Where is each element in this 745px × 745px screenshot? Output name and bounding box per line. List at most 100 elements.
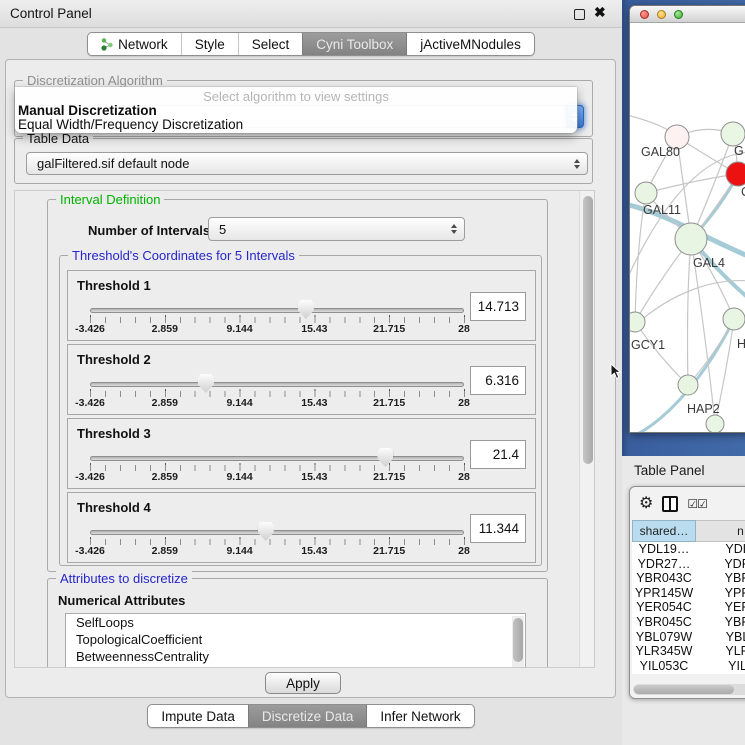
table-row[interactable]: YER054CYER0 bbox=[632, 600, 745, 615]
tab-select[interactable]: Select bbox=[238, 33, 303, 55]
table-cell[interactable]: YLR3 bbox=[696, 644, 745, 659]
table-cell[interactable]: YIL053C bbox=[632, 659, 696, 674]
tab-cyni-toolbox[interactable]: Cyni Toolbox bbox=[302, 33, 406, 55]
tick-label: 28 bbox=[458, 545, 470, 557]
columns-icon[interactable] bbox=[662, 496, 678, 512]
network-node[interactable] bbox=[721, 122, 745, 146]
number-of-intervals-value: 5 bbox=[219, 222, 226, 237]
algorithm-dropdown-popup: Select algorithm to view settings Manual… bbox=[15, 87, 577, 133]
table-data-group: Table Data galFiltered.sif default node bbox=[14, 138, 593, 184]
table-row[interactable]: YBR045CYBR0 bbox=[632, 615, 745, 630]
table-row[interactable]: YLR345WYLR3 bbox=[632, 644, 745, 659]
node-label: H bbox=[737, 337, 745, 351]
threshold-slider-track[interactable] bbox=[90, 308, 464, 313]
settings-scrollbar-thumb[interactable] bbox=[583, 196, 593, 464]
tick-label: 21.715 bbox=[373, 323, 405, 335]
number-of-intervals-combobox[interactable]: 5 bbox=[208, 217, 465, 241]
table-cell[interactable]: YBR045C bbox=[632, 615, 696, 630]
network-node-gal4[interactable] bbox=[675, 223, 707, 255]
attribute-item[interactable]: BetweennessCentrality bbox=[66, 648, 525, 665]
table-cell[interactable]: YPR1 bbox=[696, 586, 745, 601]
numerical-attributes-list[interactable]: SelfLoopsTopologicalCoefficientBetweenne… bbox=[65, 613, 526, 668]
table-cell[interactable]: YDR27… bbox=[632, 557, 696, 572]
settings-scrollbar[interactable] bbox=[579, 191, 595, 667]
interval-group-title: Interval Definition bbox=[56, 192, 164, 207]
minimize-traffic-light-icon[interactable] bbox=[657, 10, 666, 19]
tab-infer-network[interactable]: Infer Network bbox=[366, 705, 473, 727]
network-node-hap2[interactable] bbox=[678, 375, 698, 395]
tab-discretize-data[interactable]: Discretize Data bbox=[248, 705, 367, 727]
threshold-slider-track[interactable] bbox=[90, 382, 464, 387]
table-row[interactable]: YDL19…YDL1 bbox=[632, 542, 745, 557]
table-row[interactable]: YDR27…YDR2 bbox=[632, 557, 745, 572]
table-cell[interactable]: YDL1 bbox=[696, 542, 745, 557]
float-window-icon[interactable] bbox=[574, 9, 585, 20]
attribute-item[interactable]: TopologicalCoefficient bbox=[66, 631, 525, 648]
attribute-item[interactable]: SelfLoops bbox=[66, 614, 525, 631]
node-label: GCY1 bbox=[631, 338, 665, 352]
table-row[interactable]: YPR145WYPR1 bbox=[632, 586, 745, 601]
control-panel: Control Panel ✖ Network StyleSelectCyni T… bbox=[0, 0, 622, 745]
network-node-gcy1[interactable] bbox=[630, 312, 645, 332]
column-header-shared-name[interactable]: shared… bbox=[632, 520, 696, 542]
top-tab-bar: Network StyleSelectCyni Toolbox jActiveMNo… bbox=[0, 32, 622, 56]
dropdown-option[interactable]: Equal Width/Frequency Discretization bbox=[18, 117, 243, 132]
table-cell[interactable]: YBL0 bbox=[696, 630, 745, 645]
network-node[interactable] bbox=[706, 415, 724, 433]
table-cell[interactable]: YDR2 bbox=[696, 557, 745, 572]
table-row[interactable]: YBR043CYBR0 bbox=[632, 571, 745, 586]
tab-style[interactable]: Style bbox=[181, 33, 238, 55]
table-row[interactable]: YIL053CYIL0 bbox=[632, 659, 745, 674]
threshold-value-field[interactable]: 6.316 bbox=[470, 366, 526, 395]
network-canvas[interactable]: GAL80GAL11GAL4GCY1HHAP2GC bbox=[630, 24, 745, 432]
network-window[interactable]: GAL80GAL11GAL4GCY1HHAP2GC bbox=[629, 5, 745, 433]
table-cell[interactable]: YDL19… bbox=[632, 542, 696, 557]
close-traffic-light-icon[interactable] bbox=[640, 10, 649, 19]
zoom-traffic-light-icon[interactable] bbox=[674, 10, 683, 19]
network-node[interactable] bbox=[726, 162, 745, 186]
tab-network[interactable]: Network bbox=[88, 33, 181, 55]
table-row[interactable]: YBL079WYBL0 bbox=[632, 630, 745, 645]
tab-jactivemnodules[interactable]: jActiveMNodules bbox=[406, 33, 534, 55]
close-icon[interactable]: ✖ bbox=[594, 4, 606, 21]
threshold-value-field[interactable]: 11.344 bbox=[470, 514, 526, 543]
table-cell[interactable]: YBR0 bbox=[696, 571, 745, 586]
network-window-titlebar[interactable] bbox=[630, 6, 745, 23]
threshold-value-field[interactable]: 21.4 bbox=[470, 440, 526, 469]
dropdown-option[interactable]: Manual Discretization bbox=[18, 103, 157, 118]
table-window[interactable]: ⚙ ☑☑ shared… n YDL19…YDL1YDR27…YDR2YBR04… bbox=[629, 486, 745, 699]
table-cell[interactable]: YIL0 bbox=[696, 659, 745, 674]
table-cell[interactable]: YBR043C bbox=[632, 571, 696, 586]
control-panel-titlebar: Control Panel ✖ bbox=[0, 0, 622, 28]
column-header-name[interactable]: n bbox=[696, 520, 745, 542]
table-cell[interactable]: YBR0 bbox=[696, 615, 745, 630]
tick-label: 9.144 bbox=[226, 545, 252, 557]
table-data-combobox[interactable]: galFiltered.sif default node bbox=[26, 152, 588, 175]
network-node-h[interactable] bbox=[723, 308, 745, 330]
tab-label: Network bbox=[118, 37, 168, 52]
threshold-slider-track[interactable] bbox=[90, 456, 464, 461]
dropdown-placeholder: Select algorithm to view settings bbox=[15, 89, 577, 104]
network-node-gal11[interactable] bbox=[635, 182, 657, 204]
table-cell[interactable]: YER0 bbox=[696, 600, 745, 615]
gear-icon[interactable]: ⚙ bbox=[639, 496, 653, 512]
select-columns-icon[interactable]: ☑☑ bbox=[687, 497, 707, 511]
apply-button[interactable]: Apply bbox=[265, 672, 341, 694]
threshold-value-field[interactable]: 14.713 bbox=[470, 292, 526, 321]
network-graph[interactable]: GAL80GAL11GAL4GCY1HHAP2GC bbox=[630, 24, 745, 433]
right-region: GAL80GAL11GAL4GCY1HHAP2GC Table Panel ⚙ … bbox=[622, 0, 745, 745]
threshold-slider-track[interactable] bbox=[90, 530, 464, 535]
table-cell[interactable]: YLR345W bbox=[632, 644, 696, 659]
table-header: shared… n bbox=[632, 520, 745, 542]
tab-impute-data[interactable]: Impute Data bbox=[148, 705, 248, 727]
attribute-items: SelfLoopsTopologicalCoefficientBetweenne… bbox=[66, 614, 525, 665]
threshold-panel: Threshold 3 -3.4262.8599.14415.4321.7152… bbox=[67, 418, 536, 489]
tab-label: jActiveMNodules bbox=[420, 37, 521, 52]
table-hscrollbar-thumb[interactable] bbox=[634, 685, 734, 694]
table-cell[interactable]: YPR145W bbox=[632, 586, 696, 601]
table-cell[interactable]: YBL079W bbox=[632, 630, 696, 645]
attributes-scrollbar[interactable] bbox=[512, 616, 524, 668]
attributes-scrollbar-thumb[interactable] bbox=[513, 618, 523, 662]
table-cell[interactable]: YER054C bbox=[632, 600, 696, 615]
table-hscrollbar[interactable] bbox=[633, 684, 745, 695]
